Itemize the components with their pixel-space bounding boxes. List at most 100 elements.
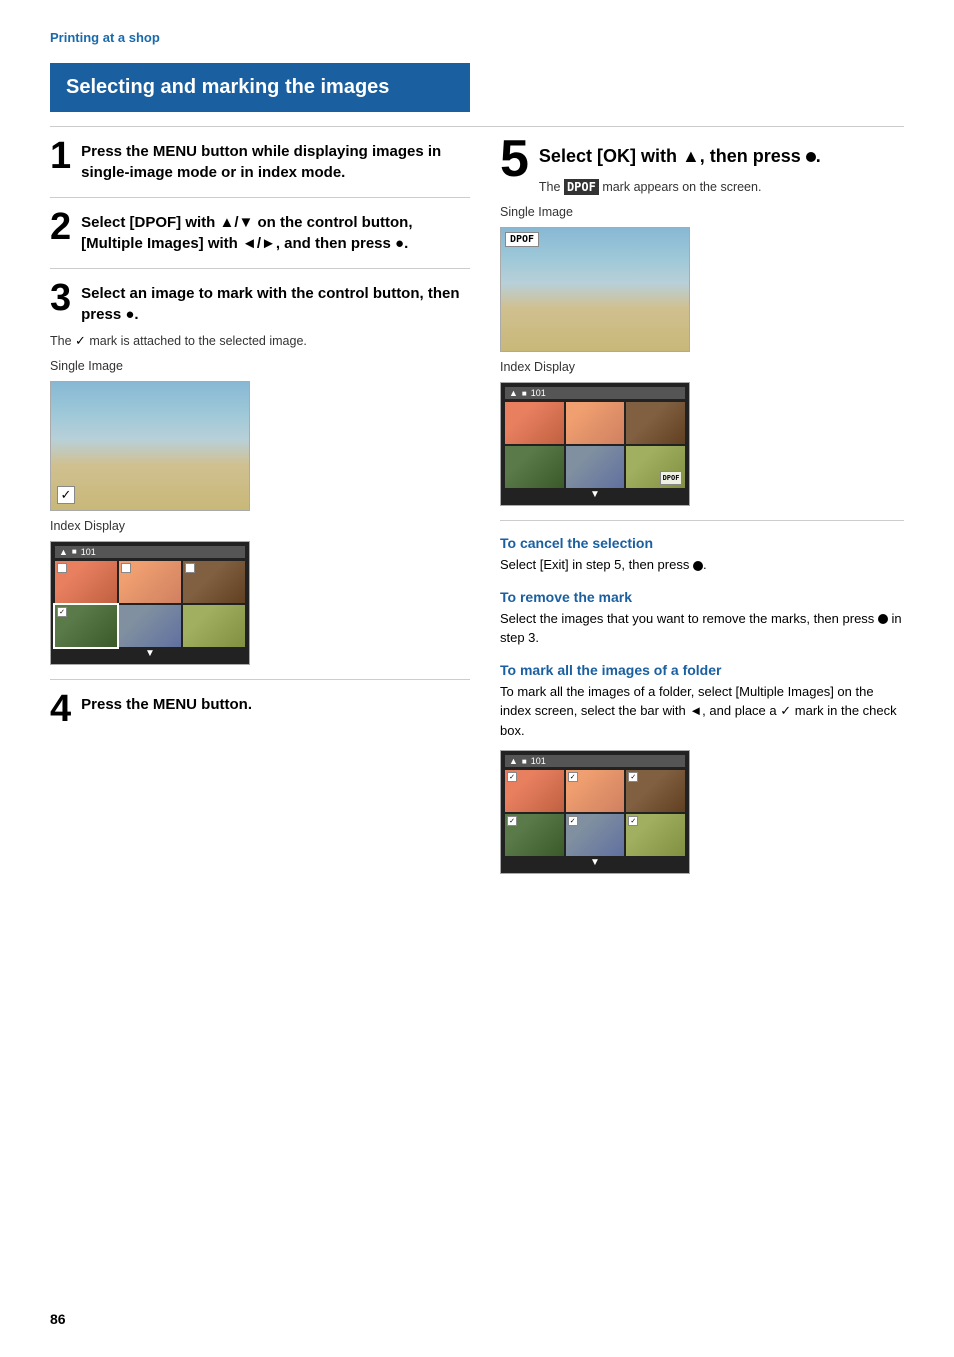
step-4: 4 Press the MENU button.: [50, 694, 470, 715]
left-column: 1 Press the MENU button while displaying…: [50, 141, 470, 882]
right-column: 5 Select [OK] with ▲, then press . The D…: [500, 141, 904, 882]
page-header: Printing at a shop: [50, 30, 904, 45]
grid5-cell-4: [505, 446, 564, 488]
step-5-index-label: Index Display: [500, 360, 904, 374]
index-top-bar-all: ▲ ■ 101: [505, 755, 685, 767]
cell-checkbox-3: [185, 563, 195, 573]
grid-all-cell-5: ✓: [566, 814, 625, 856]
step-5: 5 Select [OK] with ▲, then press .: [500, 141, 904, 168]
remove-text: Select the images that you want to remov…: [500, 609, 904, 648]
folder-number-all: 101: [531, 756, 546, 766]
step-4-text: Press the MENU button.: [81, 694, 470, 715]
page-number: 86: [50, 1311, 66, 1327]
grid-all-cell-4: ✓: [505, 814, 564, 856]
step-1-text: Press the MENU button while displaying i…: [81, 141, 470, 183]
header-title: Printing at a shop: [50, 30, 160, 45]
cell-all-checkbox-4: ✓: [507, 816, 517, 826]
cell-all-checkbox-5: ✓: [568, 816, 578, 826]
circle-bullet-remove: [878, 614, 888, 624]
dpof-circle-badge-5: DPOF: [660, 471, 682, 485]
step-5-single-label: Single Image: [500, 205, 904, 219]
mark-all-index-display: ▲ ■ 101 ✓ ✓ ✓ ✓: [500, 750, 690, 874]
step-1-number: 1: [50, 137, 71, 175]
mark-all-text: To mark all the images of a folder, sele…: [500, 682, 904, 741]
step-3-single-image: ✓: [50, 381, 250, 511]
index-grid-3: ✓: [55, 561, 245, 647]
grid5-cell-6: DPOF: [626, 446, 685, 488]
dpof-badge-single: DPOF: [505, 232, 539, 247]
grid5-cell-1: [505, 402, 564, 444]
page: Printing at a shop Selecting and marking…: [0, 0, 954, 1357]
mark-all-heading: To mark all the images of a folder: [500, 662, 904, 678]
step-1: 1 Press the MENU button while displaying…: [50, 141, 470, 183]
grid-cell-1: [55, 561, 117, 603]
scroll-down-all: ▼: [505, 856, 685, 869]
folder-icon-3: ■: [72, 547, 77, 556]
grid-all-cell-1: ✓: [505, 770, 564, 812]
grid-cell-2: [119, 561, 181, 603]
grid-cell-6: [183, 605, 245, 647]
cell-all-checkbox-1: ✓: [507, 772, 517, 782]
step-5-text: Select [OK] with ▲, then press .: [539, 141, 904, 168]
check-icon: ✓: [61, 487, 72, 503]
scroll-up-5: ▲: [509, 388, 518, 398]
grid5-cell-3: [626, 402, 685, 444]
step-3-sub: The ✓ mark is attached to the selected i…: [50, 331, 470, 351]
section-title-box: Selecting and marking the images: [50, 63, 470, 112]
folder-number-3: 101: [81, 547, 96, 557]
index-grid-all: ✓ ✓ ✓ ✓ ✓ ✓: [505, 770, 685, 856]
checkmark-icon: ✓: [75, 333, 86, 348]
step-3-single-label: Single Image: [50, 359, 470, 373]
folder-icon-all: ■: [522, 757, 527, 766]
remove-heading: To remove the mark: [500, 589, 904, 605]
circle-bullet-5: [806, 152, 816, 162]
dpof-text-badge: DPOF: [564, 179, 599, 195]
step-3-text: Select an image to mark with the control…: [81, 283, 470, 325]
cell-all-checkbox-3: ✓: [628, 772, 638, 782]
cell-all-checkbox-6: ✓: [628, 816, 638, 826]
step-4-number: 4: [50, 690, 71, 728]
cell-checkbox-1: [57, 563, 67, 573]
divider-1: [50, 197, 470, 198]
step-5-sub1: The DPOF mark appears on the screen.: [500, 178, 904, 197]
grid5-cell-2: [566, 402, 625, 444]
scroll-down-5: ▼: [505, 488, 685, 501]
step-2-text: Select [DPOF] with ▲/▼ on the control bu…: [81, 212, 470, 254]
divider-2: [50, 268, 470, 269]
step-3: 3 Select an image to mark with the contr…: [50, 283, 470, 325]
grid-cell-3: [183, 561, 245, 603]
grid-all-cell-6: ✓: [626, 814, 685, 856]
step-3-number: 3: [50, 279, 71, 317]
grid-cell-5: [119, 605, 181, 647]
scroll-up-all: ▲: [509, 756, 518, 766]
section-title: Selecting and marking the images: [66, 76, 389, 98]
cell-all-checkbox-2: ✓: [568, 772, 578, 782]
scroll-up-3: ▲: [59, 547, 68, 557]
cancel-text: Select [Exit] in step 5, then press .: [500, 555, 904, 575]
circle-bullet-cancel: [693, 561, 703, 571]
step-3-check-mark: ✓: [57, 486, 75, 504]
folder-number-5: 101: [531, 388, 546, 398]
divider-top: [50, 126, 904, 127]
grid-all-cell-2: ✓: [566, 770, 625, 812]
step-3-index-label: Index Display: [50, 519, 470, 533]
two-column-layout: 1 Press the MENU button while displaying…: [50, 141, 904, 882]
divider-right-1: [500, 520, 904, 521]
cancel-heading: To cancel the selection: [500, 535, 904, 551]
cell-checkbox-4: ✓: [57, 607, 67, 617]
step-5-number: 5: [500, 133, 529, 185]
index-top-bar-3: ▲ ■ 101: [55, 546, 245, 558]
grid5-cell-5: [566, 446, 625, 488]
step-5-single-image: DPOF: [500, 227, 690, 352]
grid-all-cell-3: ✓: [626, 770, 685, 812]
divider-3: [50, 679, 470, 680]
index-grid-5: DPOF: [505, 402, 685, 488]
checkmark-mark-all: ✓: [780, 703, 791, 718]
cell-checkbox-2: [121, 563, 131, 573]
index-top-bar-5: ▲ ■ 101: [505, 387, 685, 399]
step-2-number: 2: [50, 208, 71, 246]
scroll-down-3: ▼: [55, 647, 245, 660]
folder-icon-5: ■: [522, 389, 527, 398]
step-5-index-display: ▲ ■ 101 DPOF ▼: [500, 382, 690, 506]
grid-cell-4: ✓: [55, 605, 117, 647]
